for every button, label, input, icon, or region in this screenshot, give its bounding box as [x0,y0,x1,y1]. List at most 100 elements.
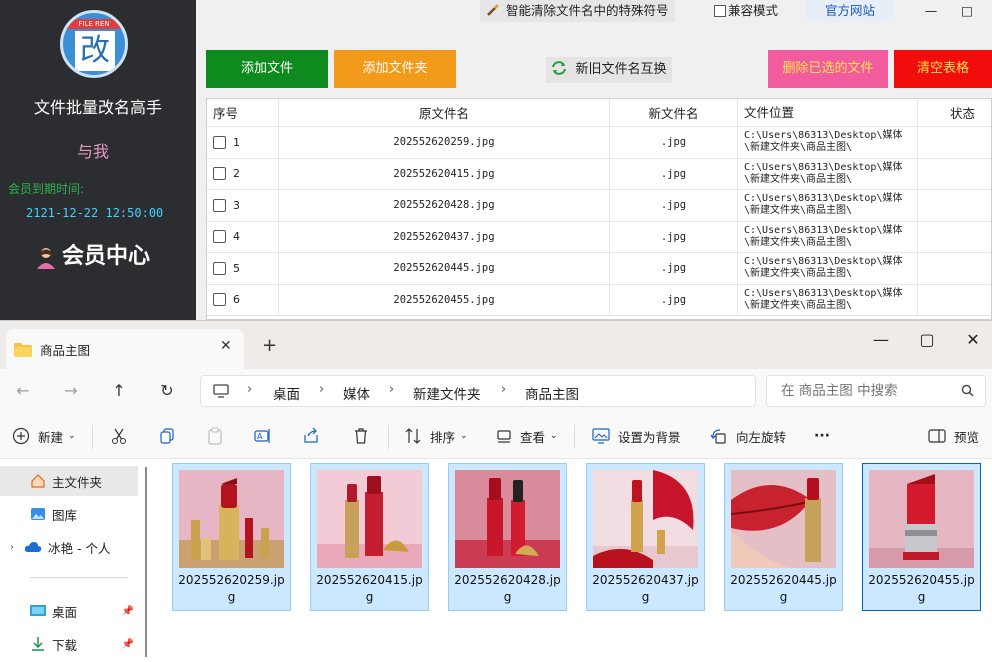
header-old-name[interactable]: 原文件名 [279,99,610,126]
preview-button[interactable]: 预览 [928,425,979,447]
app-window-controls: — □ [916,0,992,22]
row-checkbox[interactable] [213,135,226,149]
search-icon[interactable] [961,384,974,400]
row-number: 4 [233,230,240,244]
app-minimize-button[interactable]: — [916,0,946,22]
row-checkbox[interactable] [213,167,226,181]
plus-circle-icon [12,427,30,445]
search-box[interactable] [766,375,986,407]
rename-icon[interactable]: A [254,425,280,447]
rotate-left-button[interactable]: 向左旋转 [710,425,786,447]
user-name[interactable]: 与我 [0,138,186,162]
row-checkbox[interactable] [213,230,226,244]
more-options-icon[interactable]: ··· [814,425,830,447]
breadcrumb-new-folder[interactable]: 新建文件夹 [413,383,481,403]
file-item[interactable]: 202552620437.jpg [586,463,705,611]
refresh-icon[interactable]: ↻ [152,376,182,406]
file-item[interactable]: 202552620259.jpg [172,463,291,611]
explorer-tab[interactable]: 商品主图 ✕ [6,329,244,369]
new-name-cell[interactable]: .jpg [610,127,738,158]
nav-item-home[interactable]: 主文件夹 [0,466,138,496]
file-item[interactable]: 202552620415.jpg [310,463,429,611]
row-checkbox[interactable] [213,261,226,275]
row-number: 6 [233,293,240,307]
file-item[interactable]: 202552620455.jpg [862,463,981,611]
nav-item-downloads[interactable]: 下载 📌 [0,629,138,659]
member-center-button[interactable]: 会员中心 [34,238,150,270]
back-arrow-icon[interactable]: ← [8,376,38,406]
official-site-button[interactable]: 官方网站 [806,0,894,22]
table-row[interactable]: 2 202552620415.jpg .jpg C:\Users\86313\D… [207,158,991,190]
delete-selected-button[interactable]: 删除已选的文件 [768,50,888,88]
new-button[interactable]: 新建 ⌄ [12,425,76,447]
forward-arrow-icon[interactable]: → [56,376,86,406]
new-name-cell[interactable]: .jpg [610,221,738,252]
address-bar[interactable]: › 桌面 › 媒体 › 新建文件夹 › 商品主图 [200,375,756,407]
clean-special-chars-button[interactable]: 智能清除文件名中的特殊符号 [480,0,675,22]
pin-icon[interactable]: 📌 [122,606,134,617]
add-file-button[interactable]: 添加文件 [206,50,328,88]
sort-button[interactable]: 排序 ⌄ [404,425,468,447]
file-name: 202552620428.jpg [454,573,561,604]
cut-icon[interactable] [110,425,136,447]
header-status[interactable]: 状态 [918,99,991,126]
compat-mode-checkbox[interactable]: 兼容模式 [714,0,778,22]
lipstick-thumbnail [869,470,974,568]
file-item[interactable]: 202552620445.jpg [724,463,843,611]
clear-table-button[interactable]: 清空表格 [894,50,992,88]
table-row[interactable]: 5 202552620445.jpg .jpg C:\Users\86313\D… [207,253,991,285]
app-maximize-button[interactable]: □ [952,0,982,22]
old-name-cell: 202552620445.jpg [279,253,610,284]
nav-scrollbar[interactable] [145,467,147,657]
up-arrow-icon[interactable]: ↑ [104,376,134,406]
search-input[interactable] [781,383,951,399]
status-cell [918,190,991,221]
new-tab-icon[interactable]: + [262,335,277,356]
file-name: 202552620415.jpg [316,573,423,604]
chevron-down-icon: ⌄ [68,431,76,441]
table-row[interactable]: 4 202552620437.jpg .jpg C:\Users\86313\D… [207,221,991,253]
status-cell [918,285,991,316]
nav-item-onedrive[interactable]: › 冰艳 - 个人 [0,532,138,562]
row-checkbox[interactable] [213,293,226,307]
compat-checkbox-box[interactable] [714,5,726,17]
nav-item-desktop[interactable]: 桌面 📌 [0,596,138,626]
share-icon[interactable] [302,425,328,447]
header-new-name[interactable]: 新文件名 [610,99,738,126]
maximize-button[interactable]: ▢ [904,325,950,355]
file-item[interactable]: 202552620428.jpg [448,463,567,611]
minimize-button[interactable]: — [858,325,904,355]
breadcrumb-desktop[interactable]: 桌面 [273,383,300,403]
copy-icon[interactable] [158,425,184,447]
divider [574,425,575,449]
table-row[interactable]: 1 202552620259.jpg .jpg C:\Users\86313\D… [207,127,991,159]
row-checkbox[interactable] [213,198,226,212]
nav-item-gallery[interactable]: 图库 [0,499,138,529]
new-name-cell[interactable]: .jpg [610,190,738,221]
tab-close-icon[interactable]: ✕ [220,338,232,354]
table-row[interactable]: 6 202552620455.jpg .jpg C:\Users\86313\D… [207,284,991,316]
new-name-cell[interactable]: .jpg [610,284,738,315]
tab-title: 商品主图 [40,343,91,358]
close-button[interactable]: ✕ [950,325,992,355]
delete-icon[interactable] [352,425,378,447]
set-background-button[interactable]: 设置为背景 [592,425,681,447]
add-folder-button[interactable]: 添加文件夹 [334,50,456,88]
chevron-right-icon[interactable]: › [10,542,14,553]
table-row[interactable]: 3 202552620428.jpg .jpg C:\Users\86313\D… [207,190,991,222]
computer-icon [213,384,229,401]
header-index[interactable]: 序号 [207,99,279,126]
status-cell [918,159,991,190]
view-button[interactable]: 查看 ⌄ [496,425,558,447]
row-index-cell: 2 [207,158,279,189]
new-name-cell[interactable]: .jpg [610,158,738,189]
breadcrumb-product-images[interactable]: 商品主图 [525,383,579,403]
nav-label-home: 主文件夹 [52,474,103,490]
breadcrumb-media[interactable]: 媒体 [343,383,370,403]
sort-label: 排序 [430,429,456,445]
table-header-row: 序号 原文件名 新文件名 文件位置 状态 [207,99,991,127]
pin-icon[interactable]: 📌 [122,639,134,650]
swap-names-button[interactable]: 新旧文件名互换 [546,57,672,83]
new-name-cell[interactable]: .jpg [610,253,738,284]
header-location[interactable]: 文件位置 [738,99,918,126]
